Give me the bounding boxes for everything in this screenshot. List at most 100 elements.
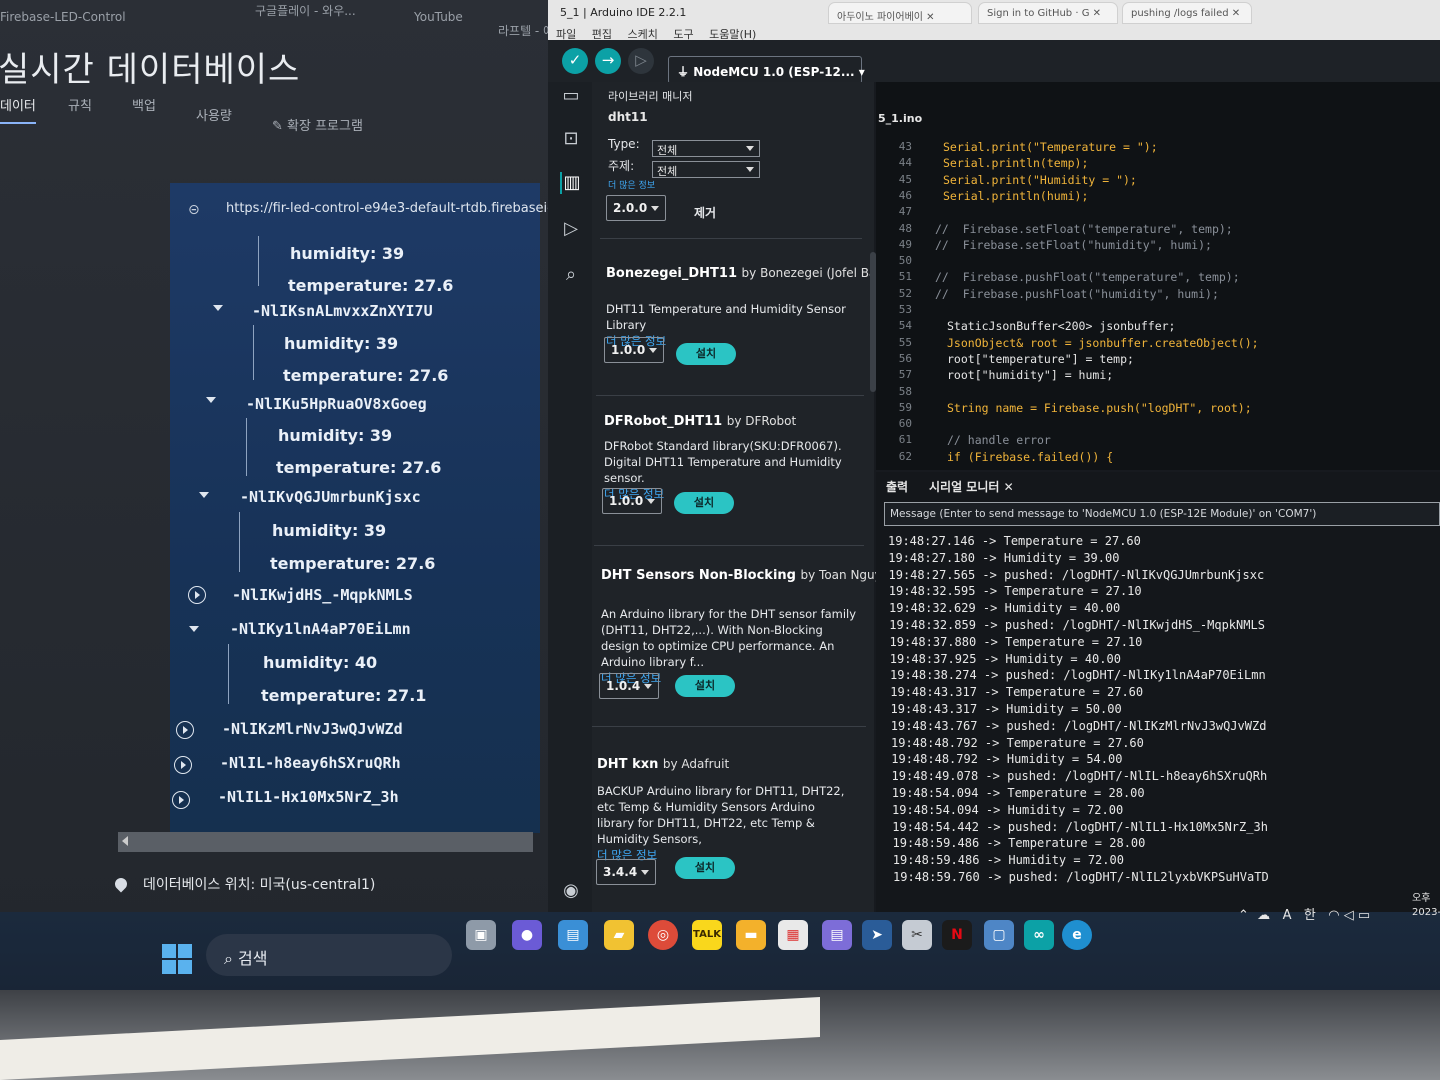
scroll-left-icon[interactable] (122, 836, 128, 846)
search-icon[interactable]: ⌕ (560, 264, 582, 286)
tree-leaf[interactable]: humidity: 40 (263, 653, 377, 672)
browser-tab[interactable]: Sign in to GitHub · G ✕ (978, 2, 1118, 24)
serial-message-input[interactable]: Message (Enter to send message to 'NodeM… (884, 502, 1440, 526)
install-button[interactable]: 설치 (675, 857, 735, 879)
expand-icon[interactable] (174, 756, 192, 774)
folder-icon[interactable]: ▭ (560, 85, 582, 107)
store-icon[interactable]: ▦ (778, 920, 808, 950)
volume-icon[interactable]: ◁ (1344, 908, 1354, 923)
code-line[interactable]: // Firebase.setFloat("humidity", humi); (935, 238, 1212, 252)
code-line[interactable]: String name = Firebase.push("logDHT", ro… (947, 401, 1252, 415)
battery-icon[interactable]: ▭ (1358, 908, 1370, 923)
file-explorer-icon[interactable]: ▰ (604, 920, 634, 950)
taskbar-search[interactable]: ⌕ 검색 (206, 934, 452, 976)
horizontal-scrollbar[interactable] (118, 832, 533, 852)
edge-icon[interactable]: e (1062, 920, 1092, 950)
boards-manager-icon[interactable]: ⊡ (560, 128, 582, 150)
teams-icon[interactable]: ● (512, 920, 542, 950)
file-tab[interactable]: 5_1.ino (878, 112, 922, 125)
project-selector[interactable]: Firebase-LED-Control (0, 10, 126, 24)
expand-icon[interactable] (172, 791, 190, 809)
task-view-icon[interactable]: ▣ (466, 920, 496, 950)
version-select[interactable]: 3.4.4 (596, 859, 656, 885)
tree-node[interactable]: -NlIKwjdHS_-MqpkNMLS (232, 586, 413, 604)
tree-node[interactable]: -NlIL-h8eay6hSXruQRh (220, 754, 401, 772)
topic-select[interactable]: 전체 (652, 161, 760, 178)
install-button[interactable]: 설치 (676, 343, 736, 365)
code-line[interactable]: Serial.print("Humidity = "); (943, 173, 1137, 187)
code-line[interactable]: // Firebase.pushFloat("temperature", tem… (935, 270, 1240, 284)
link-icon[interactable]: ⊝ (188, 202, 200, 218)
remove-button[interactable]: 제거 (694, 204, 716, 221)
code-line[interactable]: JsonObject& root = jsonbuffer.createObje… (947, 336, 1259, 350)
tree-leaf[interactable]: humidity: 39 (284, 334, 398, 353)
browser-tab[interactable]: 아두이노 파이어베이 ✕ (828, 2, 972, 24)
tree-leaf[interactable]: humidity: 39 (278, 426, 392, 445)
bookmark-youtube[interactable]: YouTube (414, 10, 463, 24)
code-line[interactable]: // handle error (947, 433, 1051, 447)
tree-node[interactable]: -NlIL1-Hx10Mx5NrZ_3h (218, 788, 399, 806)
collapse-icon[interactable] (213, 305, 223, 311)
version-select[interactable]: 1.0.0 (604, 337, 664, 363)
folder-icon[interactable]: ▬ (736, 920, 766, 950)
tree-leaf[interactable]: temperature: 27.6 (270, 554, 435, 573)
widgets-icon[interactable]: ▤ (558, 920, 588, 950)
code-line[interactable]: Serial.println(humi); (943, 189, 1088, 203)
version-select[interactable]: 1.0.4 (599, 673, 659, 699)
code-line[interactable]: Serial.println(temp); (943, 156, 1088, 170)
install-button[interactable]: 설치 (675, 675, 735, 697)
code-line[interactable]: root["temperature"] = temp; (947, 352, 1134, 366)
debug-button[interactable]: ▷ (628, 48, 654, 74)
wifi-icon[interactable]: ◠ (1328, 908, 1339, 923)
library-search-input[interactable]: dht11 (608, 110, 648, 124)
clock[interactable]: 오후2023-1 (1412, 892, 1440, 920)
netflix-icon[interactable]: N (942, 920, 972, 950)
tree-node[interactable]: -NlIKzMlrNvJ3wQJvWZd (222, 720, 403, 738)
tree-leaf[interactable]: temperature: 27.6 (283, 366, 448, 385)
arduino-ide-icon[interactable]: ∞ (1024, 920, 1054, 950)
input-mode-a[interactable]: A (1283, 908, 1292, 923)
collapse-icon[interactable] (206, 397, 216, 403)
upload-button[interactable]: → (595, 48, 621, 74)
tree-node[interactable]: -NlIKy1lnA4aP70EiLmn (230, 620, 411, 638)
chrome-icon[interactable]: ◎ (648, 920, 678, 950)
code-line[interactable]: StaticJsonBuffer<200> jsonbuffer; (947, 319, 1175, 333)
tab-extensions[interactable]: ✎ 확장 프로그램 (272, 115, 363, 134)
expand-icon[interactable] (176, 721, 194, 739)
tree-leaf[interactable]: humidity: 39 (272, 521, 386, 540)
tab-serial-monitor[interactable]: 시리얼 모니터 (929, 480, 999, 494)
kakaotalk-icon[interactable]: TALK (692, 920, 722, 950)
code-line[interactable]: // Firebase.pushFloat("humidity", humi); (935, 287, 1219, 301)
tab-rules[interactable]: 규칙 (68, 95, 92, 114)
tab-backup[interactable]: 백업 (132, 95, 156, 114)
app-icon[interactable]: ▢ (984, 920, 1014, 950)
tree-node[interactable]: -NlIKu5HpRuaOV8xGoeg (246, 395, 427, 413)
db-url[interactable]: https://fir-led-control-e94e3-default-rt… (226, 201, 587, 216)
windows-start-icon[interactable] (162, 944, 192, 974)
code-line[interactable]: root["humidity"] = humi; (947, 368, 1113, 382)
code-line[interactable]: // Firebase.setFloat("temperature", temp… (935, 222, 1233, 236)
collapse-icon[interactable] (199, 492, 209, 498)
tab-usage[interactable]: 사용량 (196, 105, 232, 124)
tree-leaf[interactable]: temperature: 27.1 (261, 686, 426, 705)
bookmark-1[interactable]: 구글플레이 - 와우... (255, 2, 356, 19)
type-select[interactable]: 전체 (652, 140, 760, 157)
version-select[interactable]: 2.0.0 (606, 195, 666, 221)
input-mode-han[interactable]: 한 (1304, 908, 1316, 923)
expand-icon[interactable] (188, 586, 206, 604)
install-button[interactable]: 설치 (674, 492, 734, 514)
code-line[interactable]: if (Firebase.failed()) { (947, 450, 1113, 464)
board-selector[interactable]: ⏚ NodeMCU 1.0 (ESP-12... ▾ (668, 56, 865, 84)
library-manager-icon[interactable]: ▥ (560, 172, 582, 194)
snipping-tool-icon[interactable]: ✂ (902, 920, 932, 950)
collapse-icon[interactable] (189, 626, 199, 632)
app-icon[interactable]: ▤ (822, 920, 852, 950)
close-icon[interactable]: ✕ (1004, 480, 1014, 494)
browser-tab[interactable]: pushing /logs failed ✕ (1122, 2, 1252, 24)
verify-button[interactable]: ✓ (562, 48, 588, 74)
account-icon[interactable]: ◉ (560, 880, 582, 902)
tree-leaf[interactable]: humidity: 39 (290, 244, 404, 263)
version-select[interactable]: 1.0.0 (602, 488, 662, 514)
code-line[interactable]: Serial.print("Temperature = "); (943, 140, 1158, 154)
chevron-up-icon[interactable]: ⌃ (1238, 908, 1249, 923)
